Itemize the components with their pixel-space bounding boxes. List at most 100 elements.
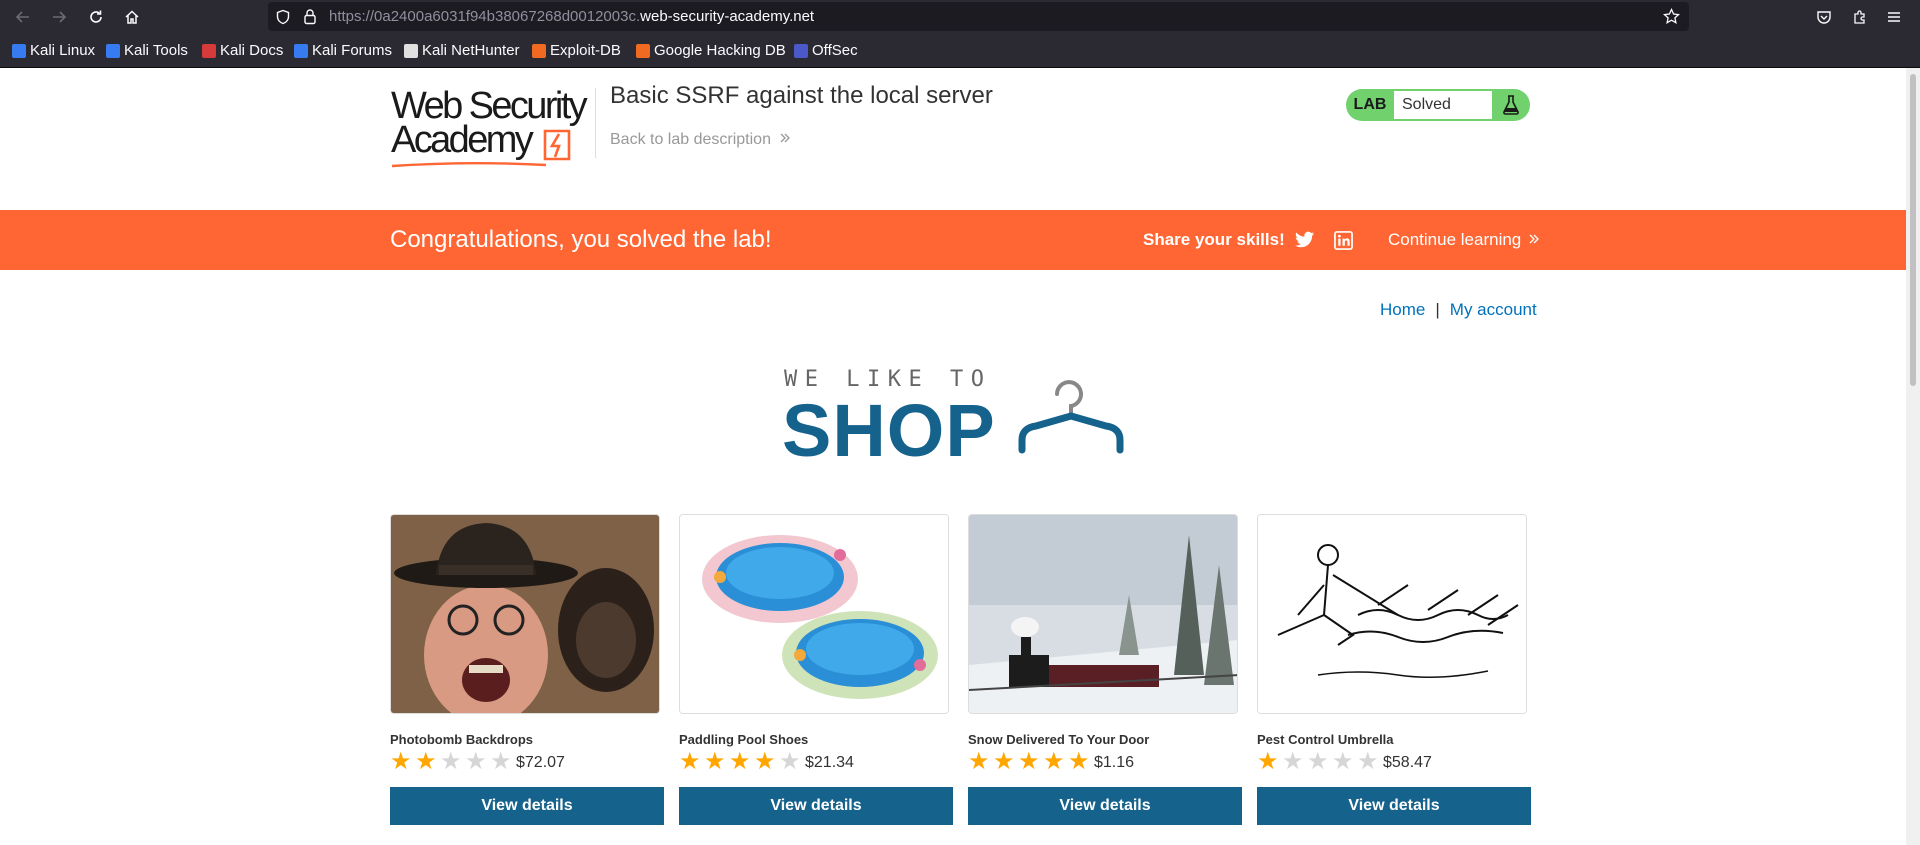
star-filled-icon: ★: [415, 748, 437, 775]
bookmark-google-hacking-db[interactable]: Google Hacking DB: [636, 42, 786, 59]
bookmark-label: Kali Linux: [30, 42, 96, 59]
shield-icon[interactable]: [275, 9, 291, 25]
lab-tag: LAB: [1353, 96, 1387, 113]
bookmark-offsec[interactable]: OffSec: [794, 42, 858, 59]
forward-icon[interactable]: [46, 4, 72, 30]
page-content: Web Security Academy Basic SSRF against …: [0, 68, 1906, 845]
bookmark-label: Kali Forums: [312, 42, 393, 59]
page-scrollbar[interactable]: [1906, 68, 1920, 845]
double-chevron-right-icon: [1528, 230, 1540, 249]
kali-forums-icon: [294, 43, 308, 58]
product-image-pest-control-umbrella[interactable]: [1257, 514, 1527, 714]
view-details-button[interactable]: View details: [679, 787, 953, 825]
star-empty-icon: ★: [1282, 748, 1304, 775]
bookmark-label: Exploit-DB: [550, 42, 621, 59]
star-empty-icon: ★: [465, 748, 487, 775]
bookmark-label: Kali Tools: [124, 42, 188, 59]
view-details-button[interactable]: View details: [390, 787, 664, 825]
browser-toolbar: https://0a2400a6031f94b38067268d0012003c…: [0, 0, 1920, 33]
linkedin-icon[interactable]: [1334, 231, 1353, 250]
url-text[interactable]: https://0a2400a6031f94b38067268d0012003c…: [329, 8, 814, 25]
share-label: Share your skills!: [1143, 230, 1285, 249]
star-rating: ★ ★ ★ ★ ★: [390, 750, 515, 774]
star-filled-icon: ★: [679, 748, 701, 775]
kali-docs-icon: [202, 43, 216, 58]
nav-separator: |: [1435, 300, 1440, 319]
google-hacking-db-icon: [636, 43, 650, 58]
star-rating: ★ ★ ★ ★ ★: [968, 750, 1093, 774]
bookmark-label: Kali Docs: [220, 42, 284, 59]
star-filled-icon: ★: [729, 748, 751, 775]
product-name: Photobomb Backdrops: [390, 732, 534, 747]
bookmark-kali-forums[interactable]: Kali Forums: [294, 42, 392, 59]
star-empty-icon: ★: [1307, 748, 1329, 775]
lab-status-widget: LAB Solved: [1346, 89, 1530, 121]
view-details-button[interactable]: View details: [1257, 787, 1531, 825]
double-chevron-right-icon: [779, 131, 791, 148]
pocket-icon[interactable]: [1811, 4, 1837, 30]
star-filled-icon: ★: [968, 748, 990, 775]
my-account-link[interactable]: My account: [1450, 300, 1537, 319]
kali-nethunter-icon: [404, 43, 418, 58]
twitter-icon[interactable]: [1295, 231, 1315, 249]
logo-underline: [391, 162, 547, 168]
web-security-academy-logo[interactable]: Web Security Academy: [390, 86, 590, 176]
congratulations-message: Congratulations, you solved the lab!: [390, 226, 772, 253]
home-icon[interactable]: [119, 4, 145, 30]
view-details-button[interactable]: View details: [968, 787, 1242, 825]
hanger-icon: [1018, 380, 1124, 454]
star-empty-icon: ★: [1332, 748, 1354, 775]
bookmark-exploit-db[interactable]: Exploit-DB: [532, 42, 621, 59]
flask-icon: [1492, 89, 1530, 121]
bookmark-label: Google Hacking DB: [654, 42, 786, 59]
top-navigation: Home | My account: [1380, 300, 1537, 320]
exploit-db-icon: [532, 43, 546, 58]
product-image-photobomb-backdrops[interactable]: [390, 514, 660, 714]
bookmark-kali-tools[interactable]: Kali Tools: [106, 42, 188, 59]
reload-icon[interactable]: [83, 4, 109, 30]
bookmark-kali-linux[interactable]: Kali Linux: [12, 42, 95, 59]
product-image-paddling-pool-shoes[interactable]: [679, 514, 949, 714]
lab-status-text: Solved: [1394, 91, 1492, 119]
lab-title: Basic SSRF against the local server: [610, 82, 993, 109]
bookmark-label: OffSec: [812, 42, 858, 59]
product-price: $1.16: [1094, 754, 1135, 771]
back-to-lab-description-link[interactable]: Back to lab description: [610, 131, 791, 149]
shop-logo-word: SHOP: [782, 389, 996, 472]
bookmarks-bar: Kali Linux Kali Tools Kali Docs Kali For…: [0, 33, 1920, 68]
continue-learning-link[interactable]: Continue learning: [1388, 230, 1540, 250]
continue-learning-label: Continue learning: [1388, 230, 1522, 249]
address-bar[interactable]: https://0a2400a6031f94b38067268d0012003c…: [268, 2, 1689, 31]
back-icon[interactable]: [10, 4, 36, 30]
we-like-to-shop-logo: WE LIKE TO SHOP: [782, 364, 1142, 474]
menu-icon[interactable]: [1881, 4, 1907, 30]
product-name: Pest Control Umbrella: [1257, 732, 1394, 747]
lock-icon[interactable]: [302, 8, 318, 25]
offsec-icon: [794, 43, 808, 58]
star-rating: ★ ★ ★ ★ ★: [679, 750, 804, 774]
product-price: $21.34: [805, 754, 854, 771]
star-filled-icon: ★: [1018, 748, 1040, 775]
url-prefix: https://0a2400a6031f94b38067268d0012003c…: [329, 8, 641, 25]
home-link[interactable]: Home: [1380, 300, 1425, 319]
scrollbar-thumb[interactable]: [1910, 74, 1916, 386]
star-empty-icon: ★: [1357, 748, 1379, 775]
solved-banner: Congratulations, you solved the lab! Sha…: [0, 210, 1906, 270]
back-link-label: Back to lab description: [610, 131, 771, 148]
star-empty-icon: ★: [490, 748, 512, 775]
product-name: Paddling Pool Shoes: [679, 732, 809, 747]
star-filled-icon: ★: [1257, 748, 1279, 775]
kali-tools-icon: [106, 43, 120, 58]
bookmark-kali-nethunter[interactable]: Kali NetHunter: [404, 42, 520, 59]
extensions-icon[interactable]: [1847, 4, 1873, 30]
product-price: $72.07: [516, 754, 565, 771]
bookmark-star-icon[interactable]: [1663, 8, 1680, 25]
product-image-snow-delivered-to-your-door[interactable]: [968, 514, 1238, 714]
star-filled-icon: ★: [1068, 748, 1090, 775]
star-empty-icon: ★: [440, 748, 462, 775]
bookmark-kali-docs[interactable]: Kali Docs: [202, 42, 283, 59]
star-empty-icon: ★: [779, 748, 801, 775]
url-domain: web-security-academy.net: [640, 8, 815, 25]
kali-linux-icon: [12, 43, 26, 58]
product-price: $58.47: [1383, 754, 1432, 771]
